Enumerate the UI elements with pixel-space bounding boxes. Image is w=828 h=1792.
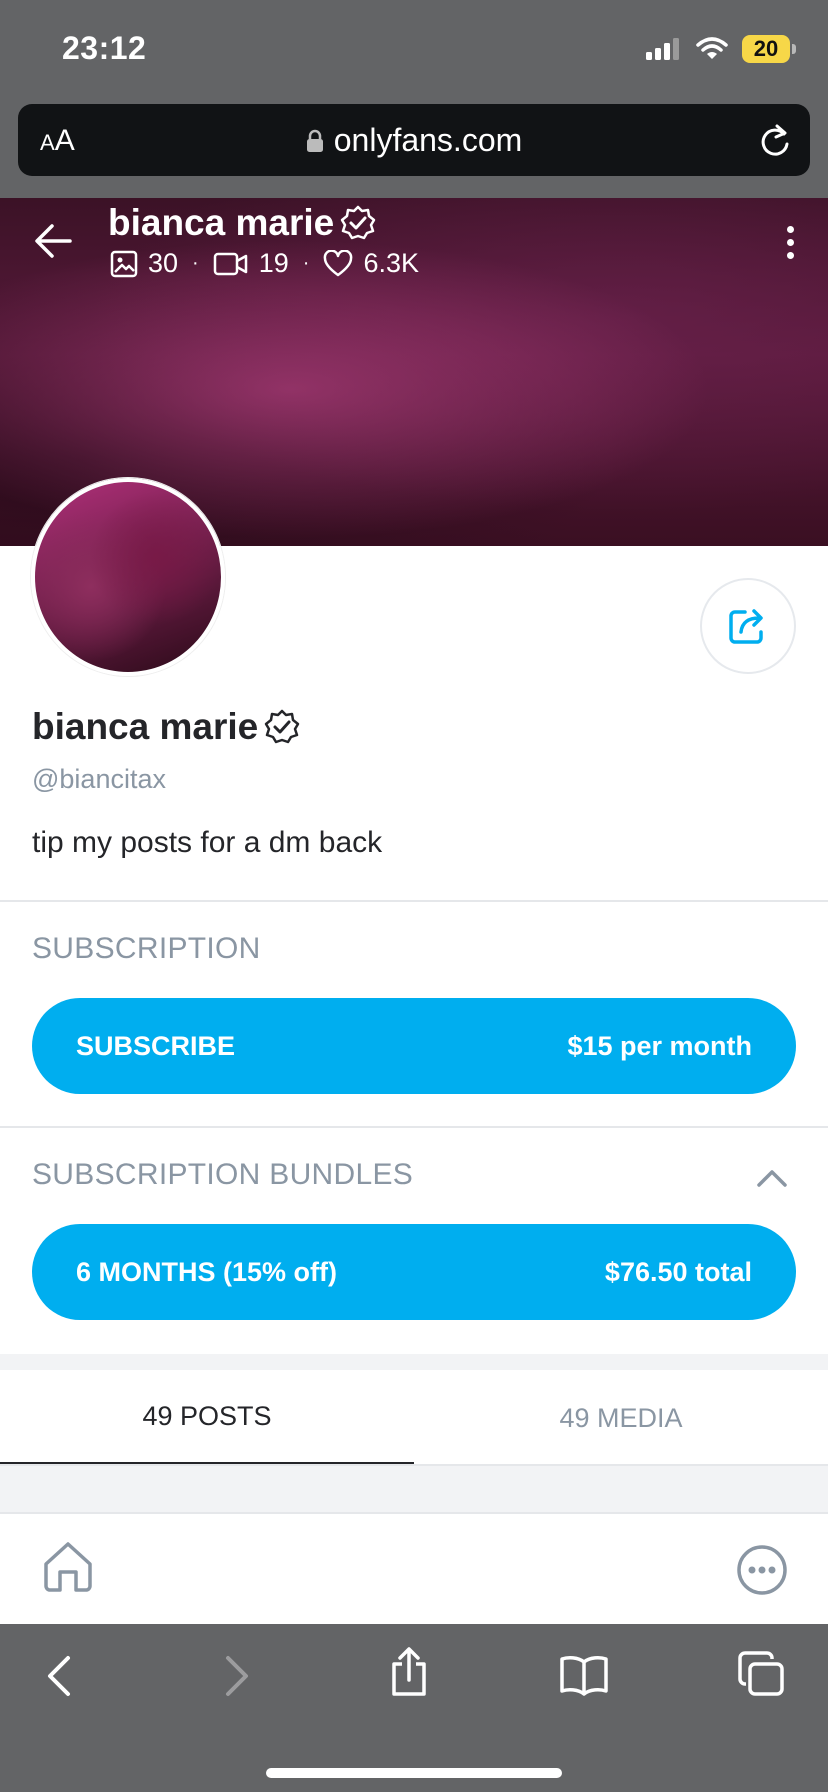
stat-photos-count: 30	[148, 248, 179, 278]
back-icon[interactable]	[44, 1654, 74, 1698]
url-display[interactable]: onlyfans.com	[18, 122, 810, 159]
forward-icon[interactable]	[222, 1654, 252, 1698]
stat-likes: 6.3K	[323, 248, 419, 279]
image-icon	[110, 250, 138, 277]
tab-media[interactable]: 49 MEDIA	[414, 1370, 828, 1466]
share-icon	[729, 609, 763, 644]
content-tabs: 49 POSTS 49 MEDIA	[0, 1370, 828, 1466]
profile-bio: tip my posts for a dm back	[32, 826, 383, 859]
cover-title: bianca marie	[108, 202, 376, 244]
profile-name-text: bianca marie	[32, 706, 259, 747]
bookmarks-icon[interactable]	[558, 1654, 610, 1696]
tabs-icon[interactable]	[736, 1650, 786, 1698]
stat-separator: ·	[302, 252, 310, 274]
verified-badge-icon	[264, 709, 300, 744]
subscribe-price: $15 per month	[567, 1030, 752, 1061]
stat-photos: 30	[110, 248, 178, 279]
subscription-title: SUBSCRIPTION	[32, 932, 261, 965]
share-sheet-icon[interactable]	[388, 1646, 430, 1698]
avatar[interactable]	[31, 478, 225, 676]
browser-top-bar: 23:12 20 AA onlyfans.com	[0, 0, 828, 198]
home-icon[interactable]	[40, 1540, 96, 1594]
share-button[interactable]	[700, 578, 796, 674]
lock-icon	[306, 129, 323, 152]
bundle-label: 6 MONTHS (15% off)	[76, 1256, 338, 1287]
divider	[0, 1464, 828, 1466]
status-icons: 20	[646, 34, 796, 64]
more-circle-icon[interactable]	[736, 1544, 788, 1596]
chevron-up-icon[interactable]	[756, 1168, 788, 1188]
bundles-title: SUBSCRIPTION BUNDLES	[32, 1158, 414, 1191]
stat-likes-count: 6.3K	[363, 248, 419, 278]
browser-bottom-bar	[0, 1624, 828, 1792]
subscribe-label: SUBSCRIBE	[76, 1030, 236, 1061]
back-arrow-icon[interactable]	[32, 220, 74, 262]
divider	[0, 1126, 828, 1128]
cover-name-text: bianca marie	[108, 202, 335, 243]
wifi-icon	[696, 37, 728, 59]
bundle-button[interactable]: 6 MONTHS (15% off) $76.50 total	[32, 1224, 796, 1320]
status-time: 23:12	[62, 30, 147, 66]
more-vertical-icon[interactable]	[787, 226, 794, 259]
subscribe-button[interactable]: SUBSCRIBE $15 per month	[32, 998, 796, 1094]
reload-icon[interactable]	[758, 122, 792, 158]
verified-badge-icon	[340, 205, 376, 240]
tab-posts[interactable]: 49 POSTS	[0, 1370, 414, 1466]
address-bar[interactable]: AA onlyfans.com	[18, 104, 810, 176]
home-indicator	[266, 1768, 562, 1778]
stat-separator: ·	[192, 252, 199, 274]
stat-videos-count: 19	[258, 248, 289, 278]
app-bottom-nav	[0, 1512, 828, 1624]
cover-stats: 30 · 19 · 6.3K	[110, 248, 419, 279]
heart-icon	[324, 249, 353, 276]
divider	[0, 900, 828, 902]
signal-icon	[646, 38, 679, 60]
profile-name: bianca marie	[32, 706, 300, 748]
url-text: onlyfans.com	[333, 122, 523, 158]
stat-videos: 19	[213, 248, 289, 279]
bundle-price: $76.50 total	[604, 1256, 752, 1287]
battery-indicator: 20	[742, 35, 796, 63]
video-icon	[213, 252, 247, 275]
profile-handle[interactable]: @biancitax	[32, 764, 166, 795]
